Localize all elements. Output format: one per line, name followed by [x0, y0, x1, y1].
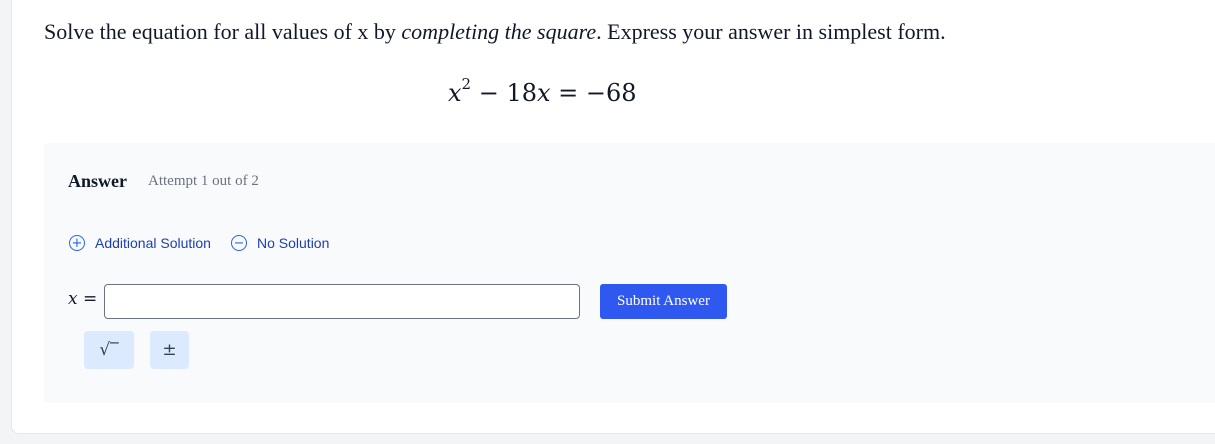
plusminus-icon: ± [162, 340, 177, 360]
equation-rhs: = −68 [550, 79, 637, 107]
answer-title: Answer [68, 171, 127, 191]
equation-base: x [448, 79, 462, 107]
additional-solution-label: Additional Solution [95, 235, 211, 251]
no-solution-button[interactable]: − No Solution [231, 235, 329, 251]
submit-answer-button[interactable]: Submit Answer [600, 284, 727, 319]
prompt-text-before: Solve the equation for all values of x b… [44, 19, 402, 44]
prompt-text-after: . Express your answer in simplest form. [596, 19, 946, 44]
answer-variable: x [68, 289, 78, 309]
equation-exponent: 2 [461, 75, 472, 93]
sqrt-button[interactable]: √‾ [84, 331, 134, 369]
equation-middle-var: x [537, 79, 551, 107]
question-prompt: Solve the equation for all values of x b… [44, 19, 946, 45]
answer-input[interactable] [104, 284, 580, 319]
answer-variable-label: x = [68, 289, 97, 309]
plusminus-button[interactable]: ± [150, 331, 189, 369]
equation: x2 − 18x = −68 [448, 75, 637, 107]
additional-solution-button[interactable]: + Additional Solution [69, 235, 211, 251]
no-solution-label: No Solution [257, 235, 330, 251]
answer-panel: Answer Attempt 1 out of 2 + Additional S… [44, 143, 1215, 403]
minus-circle-icon: − [231, 235, 247, 251]
equation-middle: − 18 [471, 79, 537, 107]
plus-circle-icon: + [69, 235, 85, 251]
attempt-counter: Attempt 1 out of 2 [148, 173, 259, 189]
sqrt-icon: √‾ [99, 340, 119, 360]
answer-equals: = [77, 289, 98, 309]
prompt-emphasis: completing the square [401, 19, 597, 44]
